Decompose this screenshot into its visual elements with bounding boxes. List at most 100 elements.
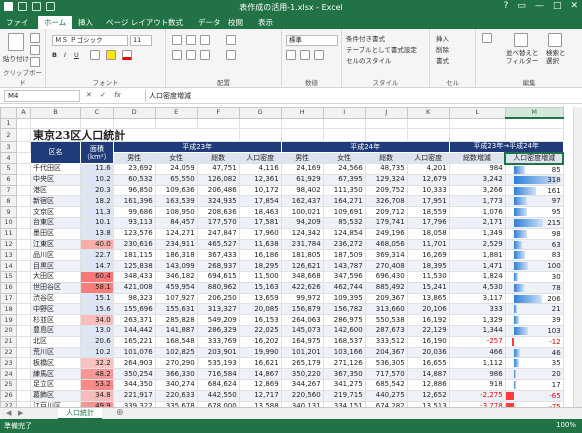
value-cell[interactable]: 10,172 (238, 184, 282, 197)
area-cell[interactable]: 11.3 (80, 206, 114, 219)
value-cell[interactable]: 348,433 (112, 271, 156, 283)
sub-header[interactable]: 男性 (112, 152, 156, 165)
value-cell[interactable]: 124,854 (322, 227, 366, 240)
area-cell[interactable]: 48.2 (80, 368, 114, 381)
ward-name-cell[interactable]: 渋谷区 (30, 292, 81, 305)
format-painter-icon[interactable] (30, 57, 40, 67)
value-cell[interactable]: 684,624 (196, 379, 240, 391)
value-cell[interactable]: 60,532 (112, 173, 156, 186)
value-cell[interactable]: -2,275 (448, 389, 506, 402)
value-cell[interactable]: 208,636 (196, 206, 240, 219)
row-header-24[interactable]: 24 (0, 368, 17, 381)
cell[interactable] (16, 389, 31, 402)
value-cell[interactable]: 986 (448, 368, 506, 381)
value-cell[interactable]: 462,744 (322, 281, 366, 294)
sub-header[interactable]: 人口密度増減 (504, 151, 565, 165)
row-header-22[interactable]: 22 (0, 346, 17, 359)
area-cell[interactable]: 34.0 (80, 314, 114, 327)
value-cell[interactable]: 346,182 (154, 271, 198, 283)
row-header-6[interactable]: 6 (0, 173, 17, 186)
value-cell[interactable]: 109,636 (154, 184, 198, 197)
value-cell[interactable]: 220,560 (280, 389, 324, 402)
value-cell[interactable]: 17,951 (406, 195, 450, 208)
cancel-icon[interactable]: ✕ (86, 91, 92, 99)
formula-input[interactable]: 人口密度増減 (145, 90, 578, 102)
sub-header[interactable]: 人口密度 (238, 152, 282, 165)
cell[interactable] (504, 117, 564, 130)
value-cell[interactable]: 13,865 (406, 292, 450, 305)
value-cell[interactable]: 109,691 (322, 206, 366, 219)
value-cell[interactable]: 181,805 (280, 249, 324, 262)
copy-icon[interactable] (30, 45, 40, 55)
help-button[interactable]: ? (504, 1, 509, 11)
value-cell[interactable]: 366,330 (154, 368, 198, 381)
value-cell[interactable]: 885,492 (364, 281, 408, 294)
value-cell[interactable]: 344,267 (280, 379, 324, 391)
maximize-button[interactable]: □ (553, 1, 562, 11)
area-cell[interactable]: 15.6 (80, 303, 114, 316)
cell[interactable] (16, 173, 31, 186)
value-cell[interactable]: 344,350 (112, 379, 156, 391)
ward-name-cell[interactable]: 中野区 (30, 303, 81, 316)
cell[interactable] (364, 128, 408, 143)
ward-name-cell[interactable]: 豊島区 (30, 325, 81, 337)
value-cell[interactable]: 156,879 (280, 303, 324, 316)
value-cell[interactable]: 96,850 (112, 184, 156, 197)
value-cell[interactable]: 286,329 (196, 325, 240, 337)
cell[interactable] (16, 325, 31, 337)
cell[interactable] (16, 184, 31, 197)
value-cell[interactable]: 221,917 (112, 389, 156, 402)
value-cell[interactable]: 234,911 (154, 238, 198, 251)
conditional-formatting-button[interactable]: 条件付き書式 (346, 33, 385, 43)
value-cell[interactable]: 1,349 (448, 227, 506, 240)
value-cell[interactable]: 12,679 (406, 173, 450, 186)
area-cell[interactable]: 58.1 (80, 281, 114, 294)
area-cell[interactable]: 20.3 (80, 184, 114, 197)
area-cell[interactable]: 10.1 (80, 217, 114, 229)
select-all-corner[interactable] (0, 107, 17, 119)
row-header-2[interactable]: 2 (0, 128, 17, 143)
row-header-13[interactable]: 13 (0, 249, 17, 262)
density-change-cell[interactable]: 318 (504, 173, 564, 186)
row-header-23[interactable]: 23 (0, 357, 17, 370)
density-change-cell[interactable]: -12 (504, 335, 564, 348)
cell[interactable] (238, 117, 282, 130)
value-cell[interactable]: 313,327 (196, 303, 240, 316)
area-cell[interactable]: 18.2 (80, 195, 114, 208)
italic-button[interactable]: I (64, 51, 66, 59)
sub-header[interactable]: 総数 (364, 152, 408, 165)
value-cell[interactable]: 206,486 (196, 184, 240, 197)
ward-name-cell[interactable]: 足立区 (30, 379, 81, 391)
cell[interactable] (504, 128, 564, 143)
value-cell[interactable]: 313,660 (364, 303, 408, 316)
value-cell[interactable]: 341,275 (322, 379, 366, 391)
value-cell[interactable]: 287,673 (364, 325, 408, 337)
font-size-select[interactable]: 11 (130, 35, 152, 46)
value-cell[interactable]: 16,190 (406, 335, 450, 348)
row-header-11[interactable]: 11 (0, 227, 17, 240)
column-header-A[interactable]: A (16, 107, 31, 119)
row-header-16[interactable]: 16 (0, 281, 17, 294)
value-cell[interactable]: 4,530 (448, 281, 506, 294)
value-cell[interactable]: 143,787 (322, 260, 366, 273)
value-cell[interactable]: 440,275 (364, 389, 408, 402)
value-cell[interactable]: 348,668 (280, 271, 324, 283)
value-cell[interactable]: 220,633 (154, 389, 198, 402)
value-cell[interactable]: 264,903 (112, 357, 156, 370)
column-header-D[interactable]: D (112, 107, 156, 119)
value-cell[interactable]: 367,433 (196, 249, 240, 262)
value-cell[interactable]: 18,559 (406, 206, 450, 219)
find-select-icon[interactable] (548, 33, 562, 47)
value-cell[interactable]: 101,076 (112, 346, 156, 359)
value-cell[interactable]: 161,396 (112, 195, 156, 208)
area-cell[interactable]: 53.2 (80, 379, 114, 391)
area-cell[interactable]: 40.0 (80, 238, 114, 251)
density-change-cell[interactable]: 161 (504, 184, 564, 197)
cell[interactable] (112, 117, 156, 130)
value-cell[interactable]: 16,186 (238, 249, 282, 262)
cell[interactable] (16, 217, 31, 229)
value-cell[interactable]: 141,887 (154, 325, 198, 337)
value-cell[interactable]: 156,782 (322, 303, 366, 316)
cell[interactable] (16, 128, 31, 143)
value-cell[interactable]: 85,532 (322, 217, 366, 229)
